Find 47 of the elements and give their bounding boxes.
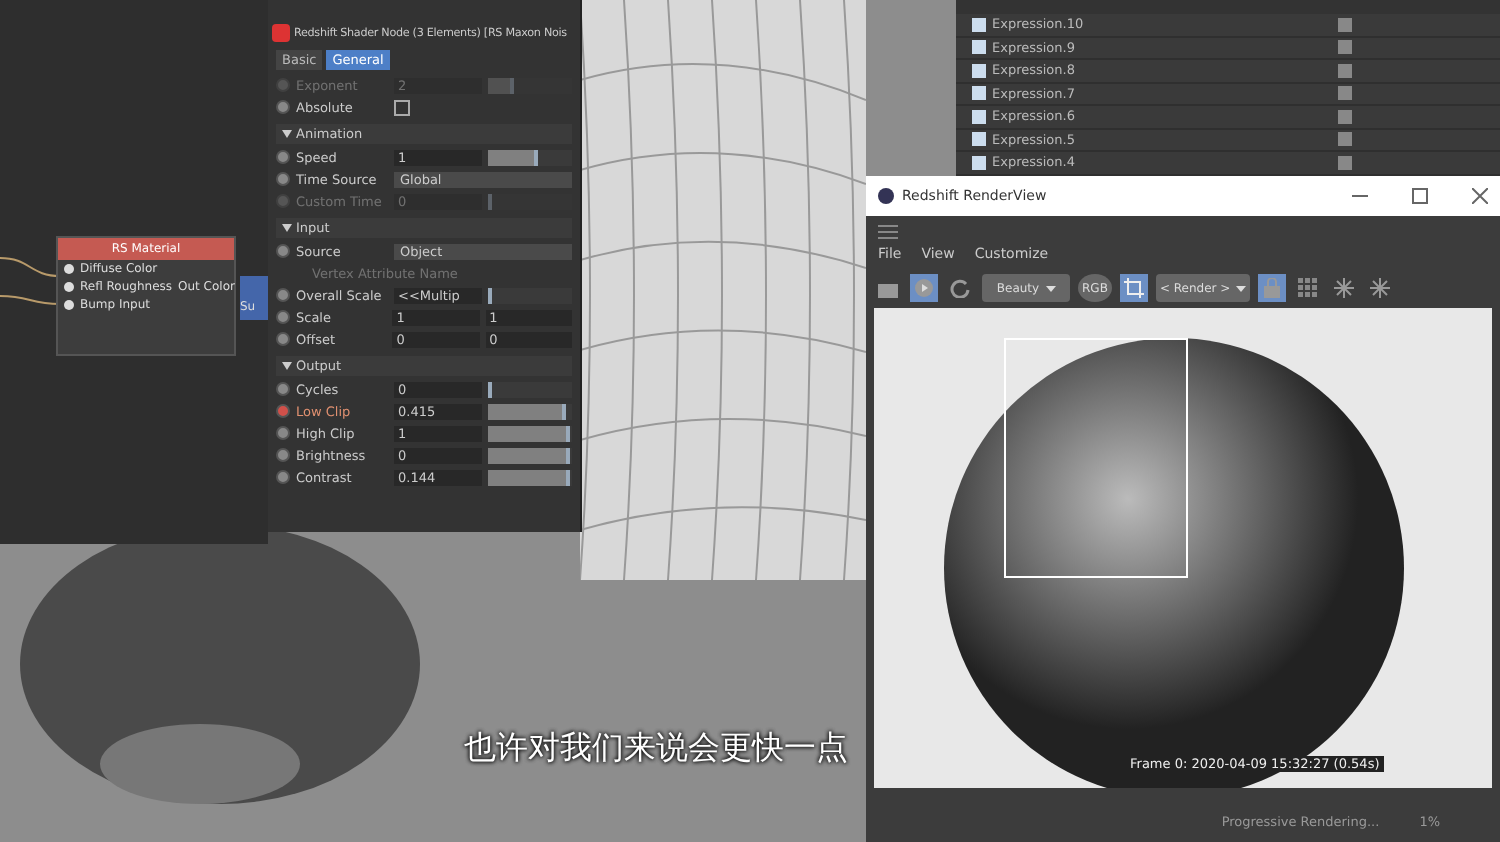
keyframe-toggle[interactable] — [276, 244, 290, 258]
collapse-triangle-icon[interactable] — [282, 224, 292, 232]
checkbox[interactable] — [394, 99, 410, 115]
shader-cube-icon — [272, 24, 290, 42]
keyframe-toggle[interactable] — [276, 448, 290, 462]
slider-track[interactable] — [488, 381, 572, 397]
play-circle-icon — [914, 278, 934, 298]
crop-icon — [1123, 278, 1144, 298]
caret-icon — [1236, 285, 1247, 291]
keyframe-toggle[interactable] — [276, 332, 290, 346]
crop-button[interactable] — [1119, 274, 1148, 302]
clapper-icon — [878, 279, 898, 297]
selection-rectangle[interactable] — [1004, 338, 1188, 578]
snow-button[interactable] — [1366, 274, 1395, 302]
lock-icon — [1264, 278, 1281, 298]
app-logo-icon — [878, 188, 894, 204]
refresh-button[interactable] — [946, 274, 974, 302]
port-dot[interactable] — [64, 300, 74, 310]
play-button[interactable] — [910, 274, 938, 302]
collapse-triangle-icon[interactable] — [282, 130, 292, 138]
keyframe-toggle[interactable] — [276, 470, 290, 484]
snowflake-icon — [1334, 278, 1355, 298]
maximize-icon[interactable] — [1412, 188, 1428, 204]
slider-track[interactable] — [488, 287, 572, 303]
close-icon[interactable] — [1472, 188, 1488, 204]
grid-button[interactable] — [1294, 274, 1323, 302]
lock-button[interactable] — [1258, 274, 1287, 302]
keyframe-toggle[interactable] — [276, 310, 290, 324]
refresh-icon — [950, 278, 970, 298]
collapse-triangle-icon[interactable] — [282, 362, 292, 370]
wire-drawing — [0, 256, 60, 306]
port-dot[interactable] — [64, 264, 74, 274]
keyframe-toggle[interactable] — [276, 100, 290, 114]
port-dot[interactable] — [64, 282, 74, 292]
keyframe-toggle[interactable] — [276, 382, 290, 396]
menu-icon[interactable] — [878, 224, 898, 240]
keyframe-toggle[interactable] — [276, 288, 290, 302]
snow-button[interactable] — [1330, 274, 1359, 302]
keyframe-toggle[interactable] — [276, 172, 290, 186]
caret-icon — [1045, 285, 1056, 291]
slider-track[interactable] — [488, 149, 572, 165]
keyframe-toggle[interactable] — [276, 426, 290, 440]
snowflake-icon — [1370, 278, 1391, 298]
keyframe-toggle[interactable] — [276, 150, 290, 164]
grid-icon — [1298, 278, 1319, 298]
keyframe-toggle[interactable] — [276, 404, 290, 418]
subtitle: 也许对我们来说会更快一点 — [464, 728, 848, 770]
